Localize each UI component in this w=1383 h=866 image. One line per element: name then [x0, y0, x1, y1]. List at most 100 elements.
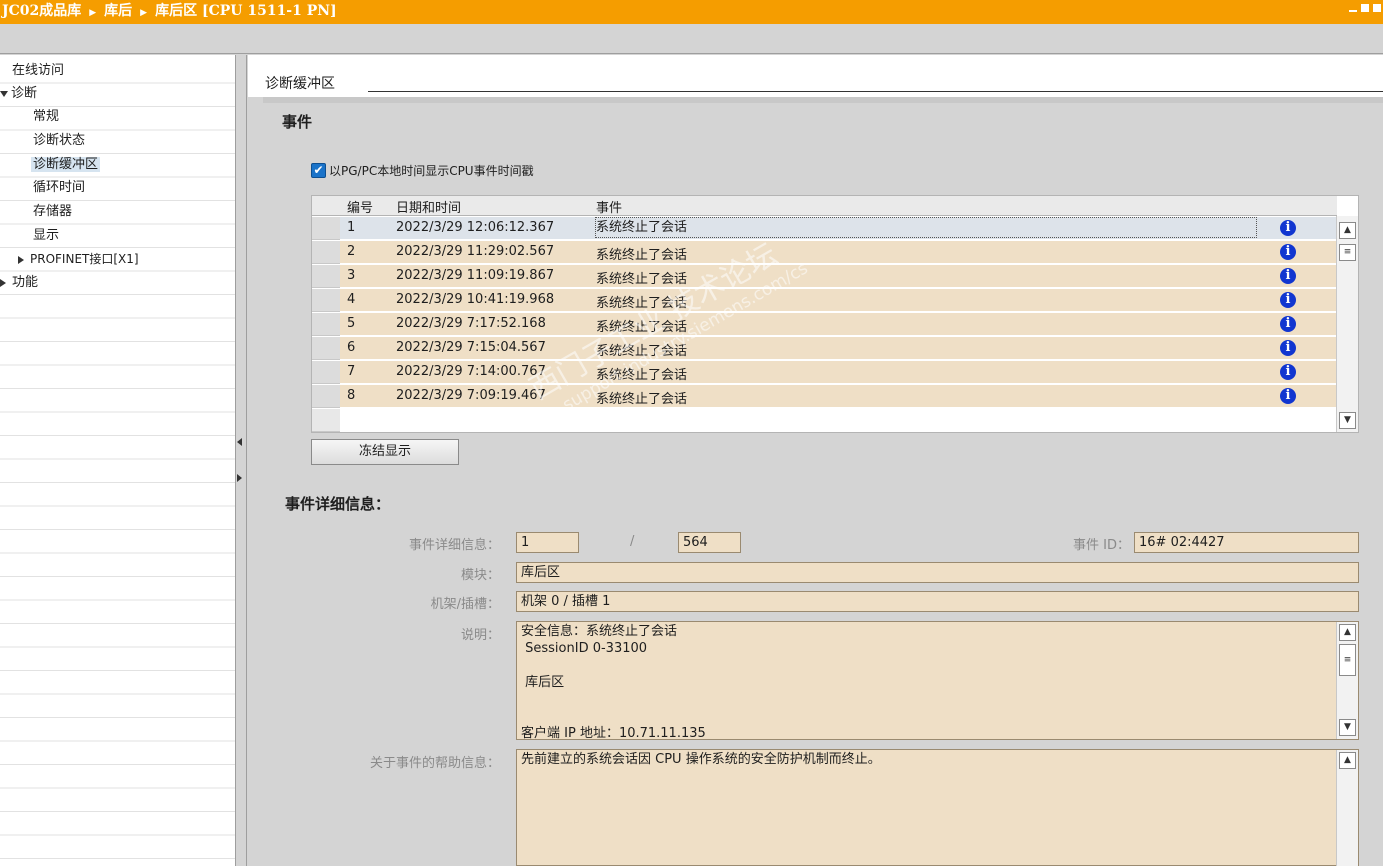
- info-icon[interactable]: i: [1280, 244, 1296, 260]
- table-row[interactable]: 2 2022/3/29 11:29:02.567 系统终止了会话 i: [340, 241, 1337, 264]
- table-row[interactable]: 5 2022/3/29 7:17:52.168 系统终止了会话 i: [340, 313, 1337, 336]
- scroll-down-icon[interactable]: ▼: [1339, 719, 1356, 736]
- table-row[interactable]: 6 2022/3/29 7:15:04.567 系统终止了会话 i: [340, 337, 1337, 360]
- cell-datetime: 2022/3/29 12:06:12.367: [396, 220, 555, 235]
- local-time-checkbox[interactable]: ✔: [311, 162, 326, 178]
- events-heading: 事件: [282, 113, 313, 131]
- table-row[interactable]: 7 2022/3/29 7:14:00.767 系统终止了会话 i: [340, 361, 1337, 384]
- event-id-label: 事件 ID：: [1073, 538, 1130, 553]
- info-icon[interactable]: i: [1280, 268, 1296, 284]
- local-time-checkbox-label[interactable]: 以PG/PC本地时间显示CPU事件时间戳: [329, 162, 534, 179]
- minimize-icon[interactable]: [1349, 4, 1357, 12]
- section-divider: [368, 91, 1383, 92]
- title-bar: JC02成品库 ▶ 库后 ▶ 库后区 [CPU 1511-1 PN]: [0, 0, 1383, 24]
- help-info-field[interactable]: 先前建立的系统会话因 CPU 操作系统的安全防护机制而终止。: [516, 749, 1359, 866]
- breadcrumb-project[interactable]: JC02成品库: [2, 3, 81, 19]
- description-scrollbar[interactable]: ▲ ≡ ▼: [1336, 622, 1358, 739]
- table-scrollbar[interactable]: ▲ ≡ ▼: [1336, 216, 1358, 432]
- module-label: 模块：: [460, 568, 500, 583]
- event-detail-index-field[interactable]: 1: [516, 532, 579, 553]
- info-icon[interactable]: i: [1280, 220, 1296, 236]
- table-row[interactable]: 4 2022/3/29 10:41:19.968 系统终止了会话 i: [340, 289, 1337, 312]
- scroll-up-icon[interactable]: ▲: [1339, 222, 1356, 239]
- tree-item-diag-status[interactable]: 诊断状态: [33, 130, 85, 152]
- column-header-number[interactable]: 编号: [347, 197, 373, 216]
- row-selector[interactable]: [312, 241, 340, 264]
- module-field: 库后区: [516, 562, 1359, 583]
- table-row[interactable]: 1 2022/3/29 12:06:12.367 系统终止了会话 i: [340, 217, 1337, 240]
- info-icon[interactable]: i: [1280, 340, 1296, 356]
- table-header: 编号 日期和时间 事件: [312, 196, 1337, 216]
- event-table: 编号 日期和时间 事件 1 2022/3/29 12:06:12.367 系统终…: [311, 195, 1359, 433]
- collapse-arrow-icon[interactable]: [0, 278, 6, 287]
- cell-event: 系统终止了会话: [596, 344, 688, 359]
- info-icon[interactable]: i: [1280, 292, 1296, 308]
- scroll-thumb[interactable]: ≡: [1339, 244, 1356, 261]
- tree-item-memory[interactable]: 存储器: [33, 201, 72, 223]
- breadcrumb-station[interactable]: 库后: [104, 3, 132, 19]
- tree-item-online-access[interactable]: 在线访问: [12, 60, 64, 82]
- expand-right-icon[interactable]: [237, 474, 242, 482]
- event-detail-label: 事件详细信息：: [408, 538, 500, 553]
- cell-event: 系统终止了会话: [596, 320, 688, 335]
- event-id-field: 16# 02:4427: [1134, 532, 1359, 553]
- expand-arrow-icon[interactable]: [0, 90, 8, 97]
- close-icon[interactable]: [1373, 4, 1381, 12]
- tree-item-diagnostics[interactable]: 诊断: [0, 83, 37, 105]
- freeze-display-button[interactable]: 冻结显示: [311, 439, 459, 465]
- row-selector[interactable]: [312, 361, 340, 384]
- cell-number: 4: [347, 292, 356, 307]
- main-panel: 诊断缓冲区 事件 ✔ 以PG/PC本地时间显示CPU事件时间戳 编号 日期和时间…: [248, 55, 1383, 866]
- scroll-thumb[interactable]: ≡: [1339, 644, 1356, 676]
- row-selector[interactable]: [312, 289, 340, 312]
- row-selector[interactable]: [312, 385, 340, 408]
- info-icon[interactable]: i: [1280, 316, 1296, 332]
- row-selector: [312, 409, 340, 432]
- cell-event: 系统终止了会话: [596, 272, 688, 287]
- tree-item-functions[interactable]: 功能: [0, 272, 38, 294]
- row-selector[interactable]: [312, 265, 340, 288]
- restore-icon[interactable]: [1361, 4, 1369, 12]
- info-icon[interactable]: i: [1280, 364, 1296, 380]
- cell-event: 系统终止了会话: [595, 217, 1257, 238]
- description-label: 说明：: [460, 628, 500, 643]
- row-selector[interactable]: [312, 313, 340, 336]
- event-details-heading: 事件详细信息：: [285, 495, 391, 513]
- tree-item-diag-buffer[interactable]: 诊断缓冲区: [31, 154, 101, 176]
- cell-datetime: 2022/3/29 7:15:04.567: [396, 340, 546, 355]
- event-detail-separator: /: [630, 534, 635, 549]
- tree-item-general[interactable]: 常规: [33, 106, 59, 128]
- toolbar: [0, 24, 1383, 54]
- cell-number: 7: [347, 364, 356, 379]
- scroll-up-icon[interactable]: ▲: [1339, 624, 1356, 641]
- cell-datetime: 2022/3/29 11:29:02.567: [396, 244, 555, 259]
- tree-item-cycle-time[interactable]: 循环时间: [33, 177, 85, 199]
- scroll-down-icon[interactable]: ▼: [1339, 412, 1356, 429]
- description-field[interactable]: 安全信息：系统终止了会话 SessionID 0-33100 库后区 客户端 I…: [516, 621, 1359, 740]
- row-selector[interactable]: [312, 337, 340, 360]
- column-header-event[interactable]: 事件: [596, 197, 622, 216]
- breadcrumb-separator-icon: ▶: [140, 8, 148, 18]
- cell-event: 系统终止了会话: [596, 248, 688, 263]
- collapse-left-icon[interactable]: [237, 438, 242, 446]
- breadcrumb-device[interactable]: 库后区 [CPU 1511-1 PN]: [155, 3, 337, 19]
- help-info-scrollbar[interactable]: ▲: [1336, 750, 1358, 866]
- table-row[interactable]: 3 2022/3/29 11:09:19.867 系统终止了会话 i: [340, 265, 1337, 288]
- section-title: 诊断缓冲区: [265, 76, 335, 92]
- cell-number: 8: [347, 388, 356, 403]
- tree-item-profinet[interactable]: PROFINET接口[X1]: [18, 248, 139, 270]
- scroll-up-icon[interactable]: ▲: [1339, 752, 1356, 769]
- column-header-datetime[interactable]: 日期和时间: [396, 197, 461, 216]
- collapse-arrow-icon[interactable]: [18, 255, 24, 264]
- table-row[interactable]: 8 2022/3/29 7:09:19.467 系统终止了会话 i: [340, 385, 1337, 408]
- cell-number: 3: [347, 268, 356, 283]
- cell-event: 系统终止了会话: [596, 392, 688, 407]
- info-icon[interactable]: i: [1280, 388, 1296, 404]
- row-selector[interactable]: [312, 217, 340, 240]
- local-time-checkbox-row[interactable]: ✔ 以PG/PC本地时间显示CPU事件时间戳: [311, 161, 534, 179]
- tree-item-display[interactable]: 显示: [33, 225, 59, 247]
- help-info-label: 关于事件的帮助信息：: [369, 756, 500, 771]
- cell-datetime: 2022/3/29 7:09:19.467: [396, 388, 546, 403]
- panel-splitter[interactable]: [235, 55, 247, 866]
- rack-slot-label: 机架/插槽：: [430, 597, 500, 612]
